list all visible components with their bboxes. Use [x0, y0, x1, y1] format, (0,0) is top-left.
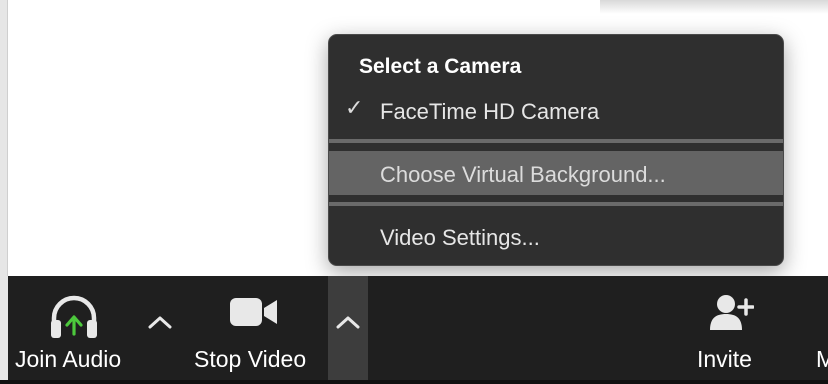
menu-item-facetime-camera[interactable]: ✓ FaceTime HD Camera — [329, 95, 783, 129]
menu-item-video-settings[interactable]: Video Settings... — [329, 221, 783, 257]
toolbar-bottom-edge — [0, 380, 828, 384]
menu-separator — [329, 202, 783, 206]
menu-item-choose-virtual-background[interactable]: Choose Virtual Background... — [329, 151, 783, 195]
window-edge-line — [7, 0, 8, 276]
join-audio-label: Join Audio — [15, 346, 122, 372]
join-audio-button[interactable]: Join Audio — [12, 282, 136, 378]
video-options-button[interactable] — [328, 276, 368, 380]
camera-menu: Select a Camera ✓ FaceTime HD Camera Cho… — [328, 34, 784, 266]
video-camera-icon — [230, 298, 277, 326]
chevron-up-icon — [336, 316, 360, 329]
invite-label: Invite — [697, 346, 752, 372]
stop-video-button[interactable]: Stop Video — [190, 282, 320, 378]
add-user-icon — [710, 295, 754, 330]
more-label: M — [816, 346, 828, 372]
menu-item-label: Choose Virtual Background... — [380, 162, 666, 187]
invite-button[interactable]: Invite — [690, 282, 770, 378]
chevron-up-icon — [148, 316, 172, 329]
stop-video-label: Stop Video — [194, 346, 307, 372]
menu-item-label: FaceTime HD Camera — [380, 99, 600, 124]
checkmark-icon: ✓ — [345, 95, 364, 120]
menu-separator — [329, 139, 783, 143]
menu-heading: Select a Camera — [359, 55, 522, 78]
more-button-partial[interactable]: M — [814, 282, 828, 378]
menu-item-label: Video Settings... — [380, 225, 540, 250]
top-shadow — [600, 0, 828, 14]
headphones-icon — [51, 295, 97, 338]
audio-options-button[interactable] — [140, 298, 180, 348]
